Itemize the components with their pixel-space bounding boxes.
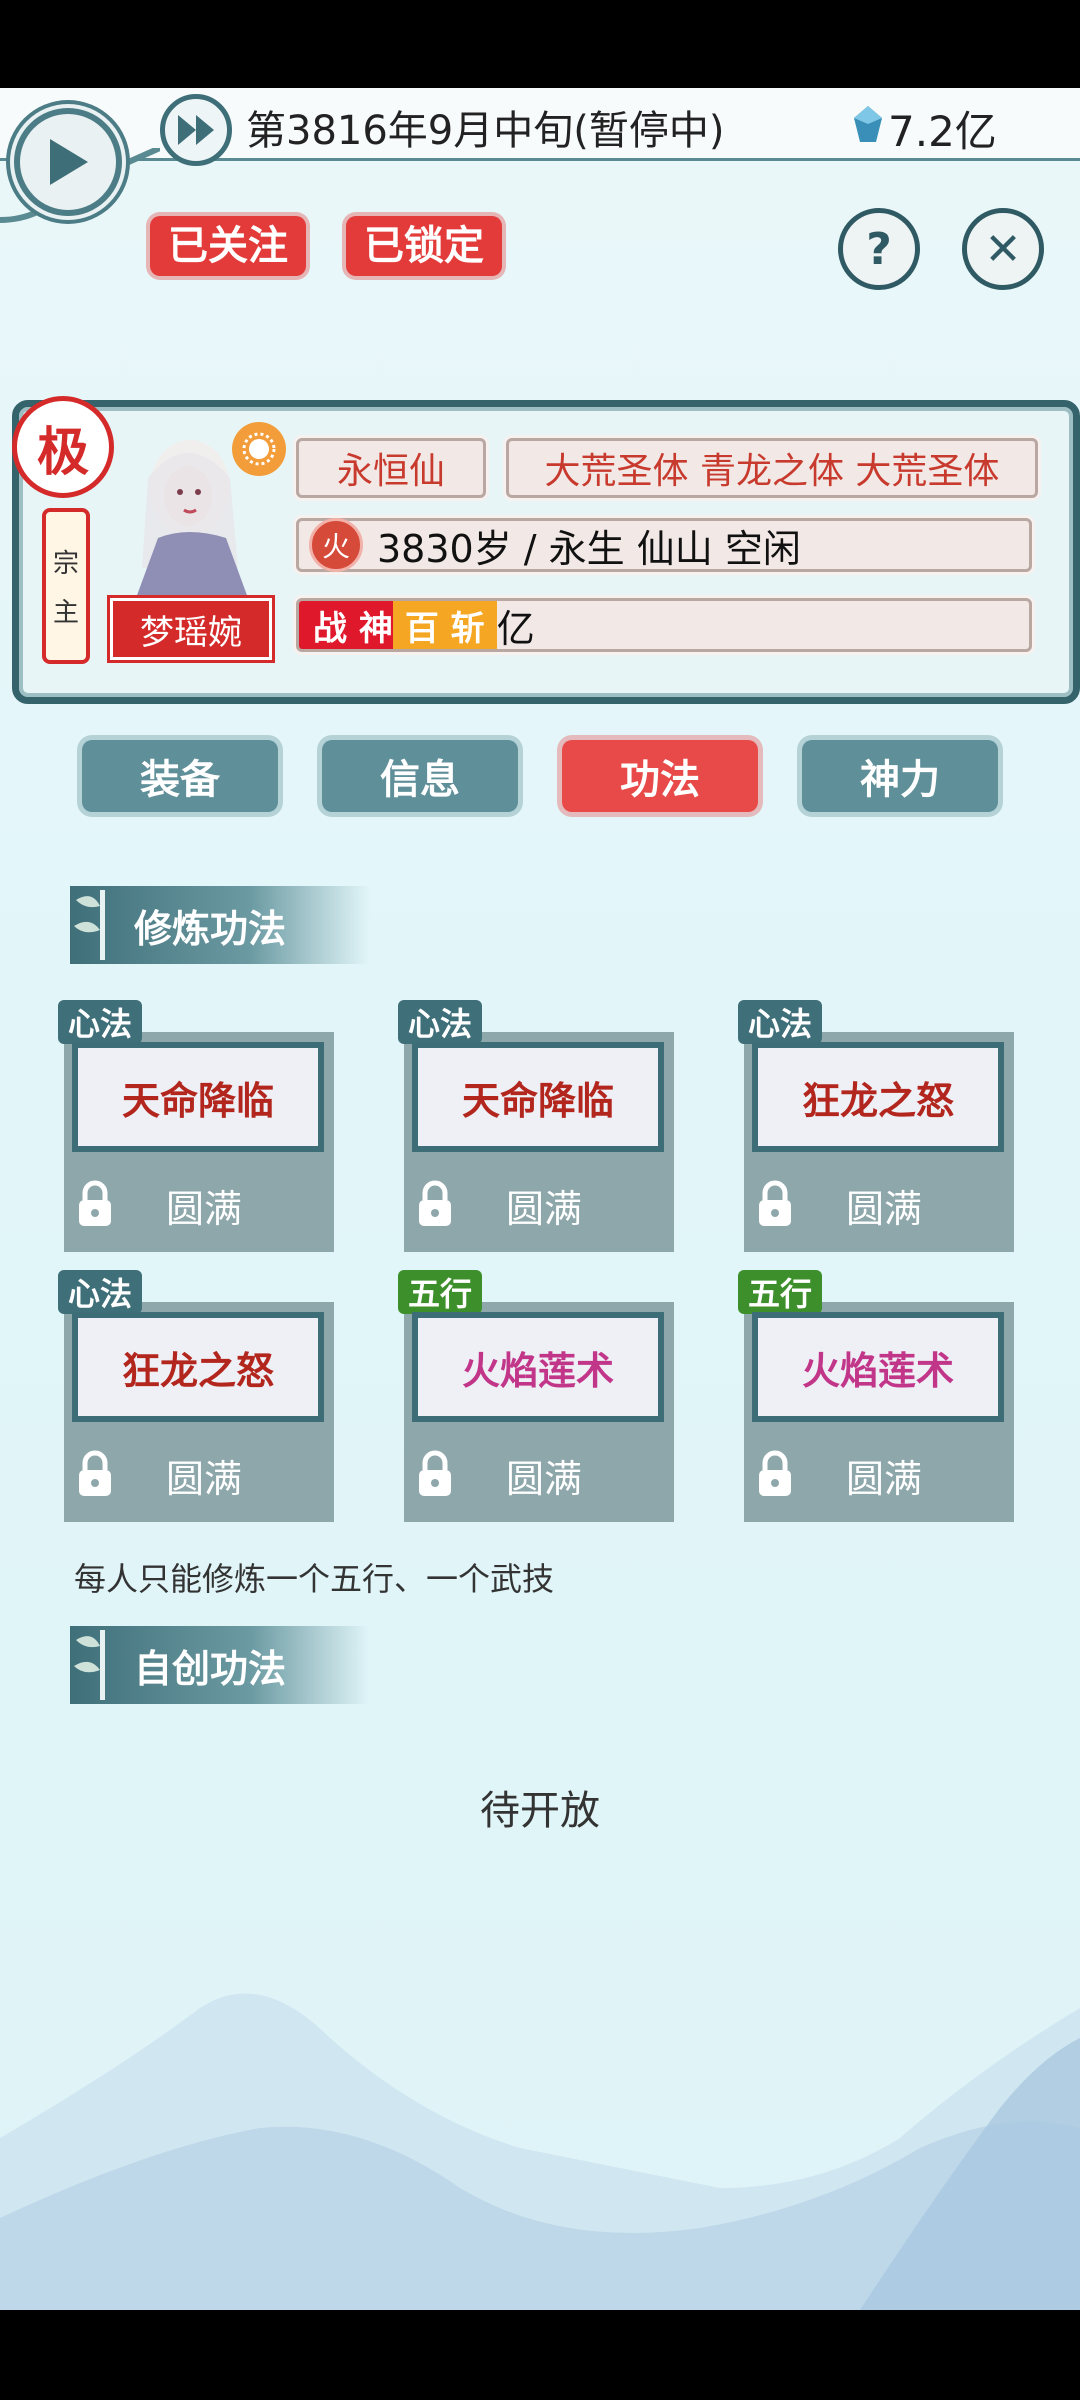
lock-icon[interactable] [756,1450,794,1498]
skill-card[interactable]: 心法 狂龙之怒 圆满 [738,1000,1014,1252]
skill-card[interactable]: 五行 火焰莲术 圆满 [398,1270,674,1522]
war-god-tag: 战 神 [299,601,407,649]
skill-type-tag: 五行 [398,1270,483,1314]
skill-level: 圆满 [165,1457,242,1501]
skill-type-tag: 心法 [58,1270,143,1314]
question-icon: ? [866,223,892,275]
skill-level: 圆满 [505,1457,582,1501]
locked-badge[interactable]: 已锁定 [346,216,502,276]
lock-icon[interactable] [76,1180,114,1228]
skill-card[interactable]: 心法 狂龙之怒 圆满 [58,1270,334,1522]
skill-name: 火焰莲术 [412,1312,664,1422]
fire-element-icon: 火 [309,518,363,572]
skill-type-tag: 心法 [738,1000,823,1044]
skill-type-tag: 心法 [58,1000,143,1044]
bamboo-icon [74,1630,105,1700]
skill-level: 圆满 [845,1187,922,1231]
skill-name: 狂龙之怒 [752,1042,1004,1152]
game-date: 第3816年9月中旬(暂停中) [246,108,725,154]
skill-level: 圆满 [845,1457,922,1501]
close-icon: ✕ [984,223,1022,275]
game-screen: 第3816年9月中旬(暂停中) 7.2亿 已关注 已锁定 ? ✕ 极 宗 主 梦… [0,88,1080,2310]
tab-divine-power[interactable]: 神力 [802,740,998,812]
coming-soon-text: 待开放 [480,1788,600,1834]
skill-level: 圆满 [505,1187,582,1231]
tab-info[interactable]: 信息 [322,740,518,812]
rank-badge: 极 [12,396,114,498]
title-field: 永恒仙 [296,438,486,498]
skill-type-tag: 五行 [738,1270,823,1314]
top-bar: 第3816年9月中旬(暂停中) 7.2亿 [0,88,1080,166]
followed-badge[interactable]: 已关注 [150,216,306,276]
skill-card[interactable]: 心法 天命降临 圆满 [58,1000,334,1252]
hundred-kills-tag: 百 斩 [392,601,497,649]
status-field: 火 3830岁 / 永生 仙山 空闲 [296,518,1032,572]
section-title-cultivation: 修炼功法 [134,906,287,951]
skill-level: 圆满 [165,1187,242,1231]
tab-skills[interactable]: 功法 [562,740,758,812]
character-physiques: 大荒圣体 青龙之体 大荒圣体 [544,451,1000,492]
role-tag: 宗 主 [42,508,90,664]
section-title-custom: 自创功法 [134,1646,287,1691]
character-title: 永恒仙 [336,451,445,492]
skill-name: 天命降临 [72,1042,324,1152]
skill-name: 狂龙之怒 [72,1312,324,1422]
role-char-2: 主 [52,598,79,628]
fast-forward-icon [178,115,214,145]
age-status-text: 3830岁 / 永生 仙山 空闲 [377,526,801,571]
mountain-background [0,1993,1080,2310]
lock-icon[interactable] [756,1180,794,1228]
sun-icon [232,422,286,476]
section-header-custom: 自创功法 [70,1626,370,1704]
cultivation-note: 每人只能修炼一个五行、一个武技 [74,1560,555,1598]
section-header-cultivation: 修炼功法 [70,886,370,964]
fast-forward-button[interactable] [160,94,232,166]
currency-amount: 7.2亿 [888,107,997,156]
skill-card[interactable]: 心法 天命降临 圆满 [398,1000,674,1252]
skill-name: 火焰莲术 [752,1312,1004,1422]
role-char-1: 宗 [52,549,79,579]
play-button[interactable] [14,108,122,216]
gem-icon [854,106,882,142]
skill-name: 天命降临 [412,1042,664,1152]
tags-field: 战 神 百 斩 亿 [296,598,1032,652]
close-button[interactable]: ✕ [962,208,1044,290]
lock-icon[interactable] [416,1450,454,1498]
bamboo-icon [74,890,105,960]
tab-equipment[interactable]: 装备 [82,740,278,812]
lock-icon[interactable] [416,1180,454,1228]
help-button[interactable]: ? [838,208,920,290]
power-value: 亿 [496,606,535,651]
play-icon [50,139,88,185]
navigation-bar-area [0,2310,1080,2400]
physique-field: 大荒圣体 青龙之体 大荒圣体 [506,438,1038,498]
skill-card[interactable]: 五行 火焰莲术 圆满 [738,1270,1014,1522]
lock-icon[interactable] [76,1450,114,1498]
skill-type-tag: 心法 [398,1000,483,1044]
character-name: 梦瑶婉 [110,598,272,660]
